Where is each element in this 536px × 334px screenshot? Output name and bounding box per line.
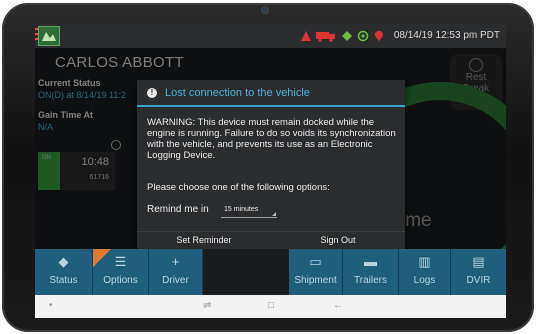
clipboard-icon: ▤ [472,254,485,269]
toolbar-dvir[interactable]: ▤ DVIR [451,249,506,295]
dialog-header: ! Lost connection to the vehicle [137,80,405,107]
lost-connection-dialog: ! Lost connection to the vehicle WARNING… [137,80,405,250]
remind-interval-value: 15 minutes [224,206,259,213]
status-datetime: 08/14/19 12:53 pm PDT [393,30,500,41]
plus-icon: + [171,254,180,269]
remind-interval-select[interactable]: 15 minutes [221,203,277,218]
toolbar-driver-label: Driver [162,275,189,286]
toolbar-shipment[interactable]: ▭ Shipment [289,249,343,295]
diamond-icon[interactable] [341,30,353,42]
recent-apps-icon[interactable]: ⇌ [203,300,211,311]
dialog-choose-text: Please choose one of the following optio… [147,182,330,193]
set-reminder-button[interactable]: Set Reminder [137,231,271,250]
toolbar-shipment-label: Shipment [294,275,337,286]
diamond-icon: ◆ [58,254,69,269]
status-bar: 08/14/19 12:53 pm PDT [35,24,506,48]
dropdown-caret-icon [272,212,276,216]
toolbar-driver[interactable]: + Driver [149,249,203,295]
dialog-title: Lost connection to the vehicle [165,87,310,99]
toolbar-logs-label: Logs [413,275,436,286]
toolbar-status[interactable]: ◆ Status [35,249,93,295]
toolbar-status-label: Status [49,275,78,286]
home-icon[interactable]: □ [268,300,274,311]
toolbar-options-label: Options [103,275,138,286]
toolbar-spacer [203,249,289,295]
android-nav-bar: • ⇌ □ ← [35,295,506,318]
toolbar-dvir-label: DVIR [466,275,491,286]
truck-icon[interactable] [316,30,336,42]
back-icon[interactable]: ← [333,300,343,311]
trailer-icon: ▬ [364,254,377,269]
toolbar-trailers[interactable]: ▬ Trailers [343,249,399,295]
target-icon[interactable] [357,30,369,42]
toolbar-logs[interactable]: ▥ Logs [399,249,451,295]
bottom-toolbar: ◆ Status ☰ Options + Driver ▭ Shipment ▬… [35,249,506,295]
book-icon: ▥ [418,254,431,269]
app-logo[interactable] [38,26,60,46]
location-pin-icon[interactable] [373,30,385,42]
info-icon: ! [147,88,157,98]
dialog-warning-text: WARNING: This device must remain docked … [147,117,396,161]
list-icon: ☰ [114,254,127,269]
toolbar-options[interactable]: ☰ Options [93,249,149,295]
toolbar-trailers-label: Trailers [354,275,387,286]
dot-icon[interactable]: • [49,300,53,311]
alert-triangle-icon[interactable] [300,30,312,42]
calendar-icon: ▭ [309,254,322,269]
sign-out-button[interactable]: Sign Out [271,231,405,250]
app-screen: 08/14/19 12:53 pm PDT CARLOS ABBOTT Rest… [35,24,506,318]
tablet-device: 08/14/19 12:53 pm PDT CARLOS ABBOTT Rest… [0,0,536,334]
notification-flag [93,249,111,267]
front-camera [262,7,268,13]
remind-me-label: Remind me in [147,204,209,215]
